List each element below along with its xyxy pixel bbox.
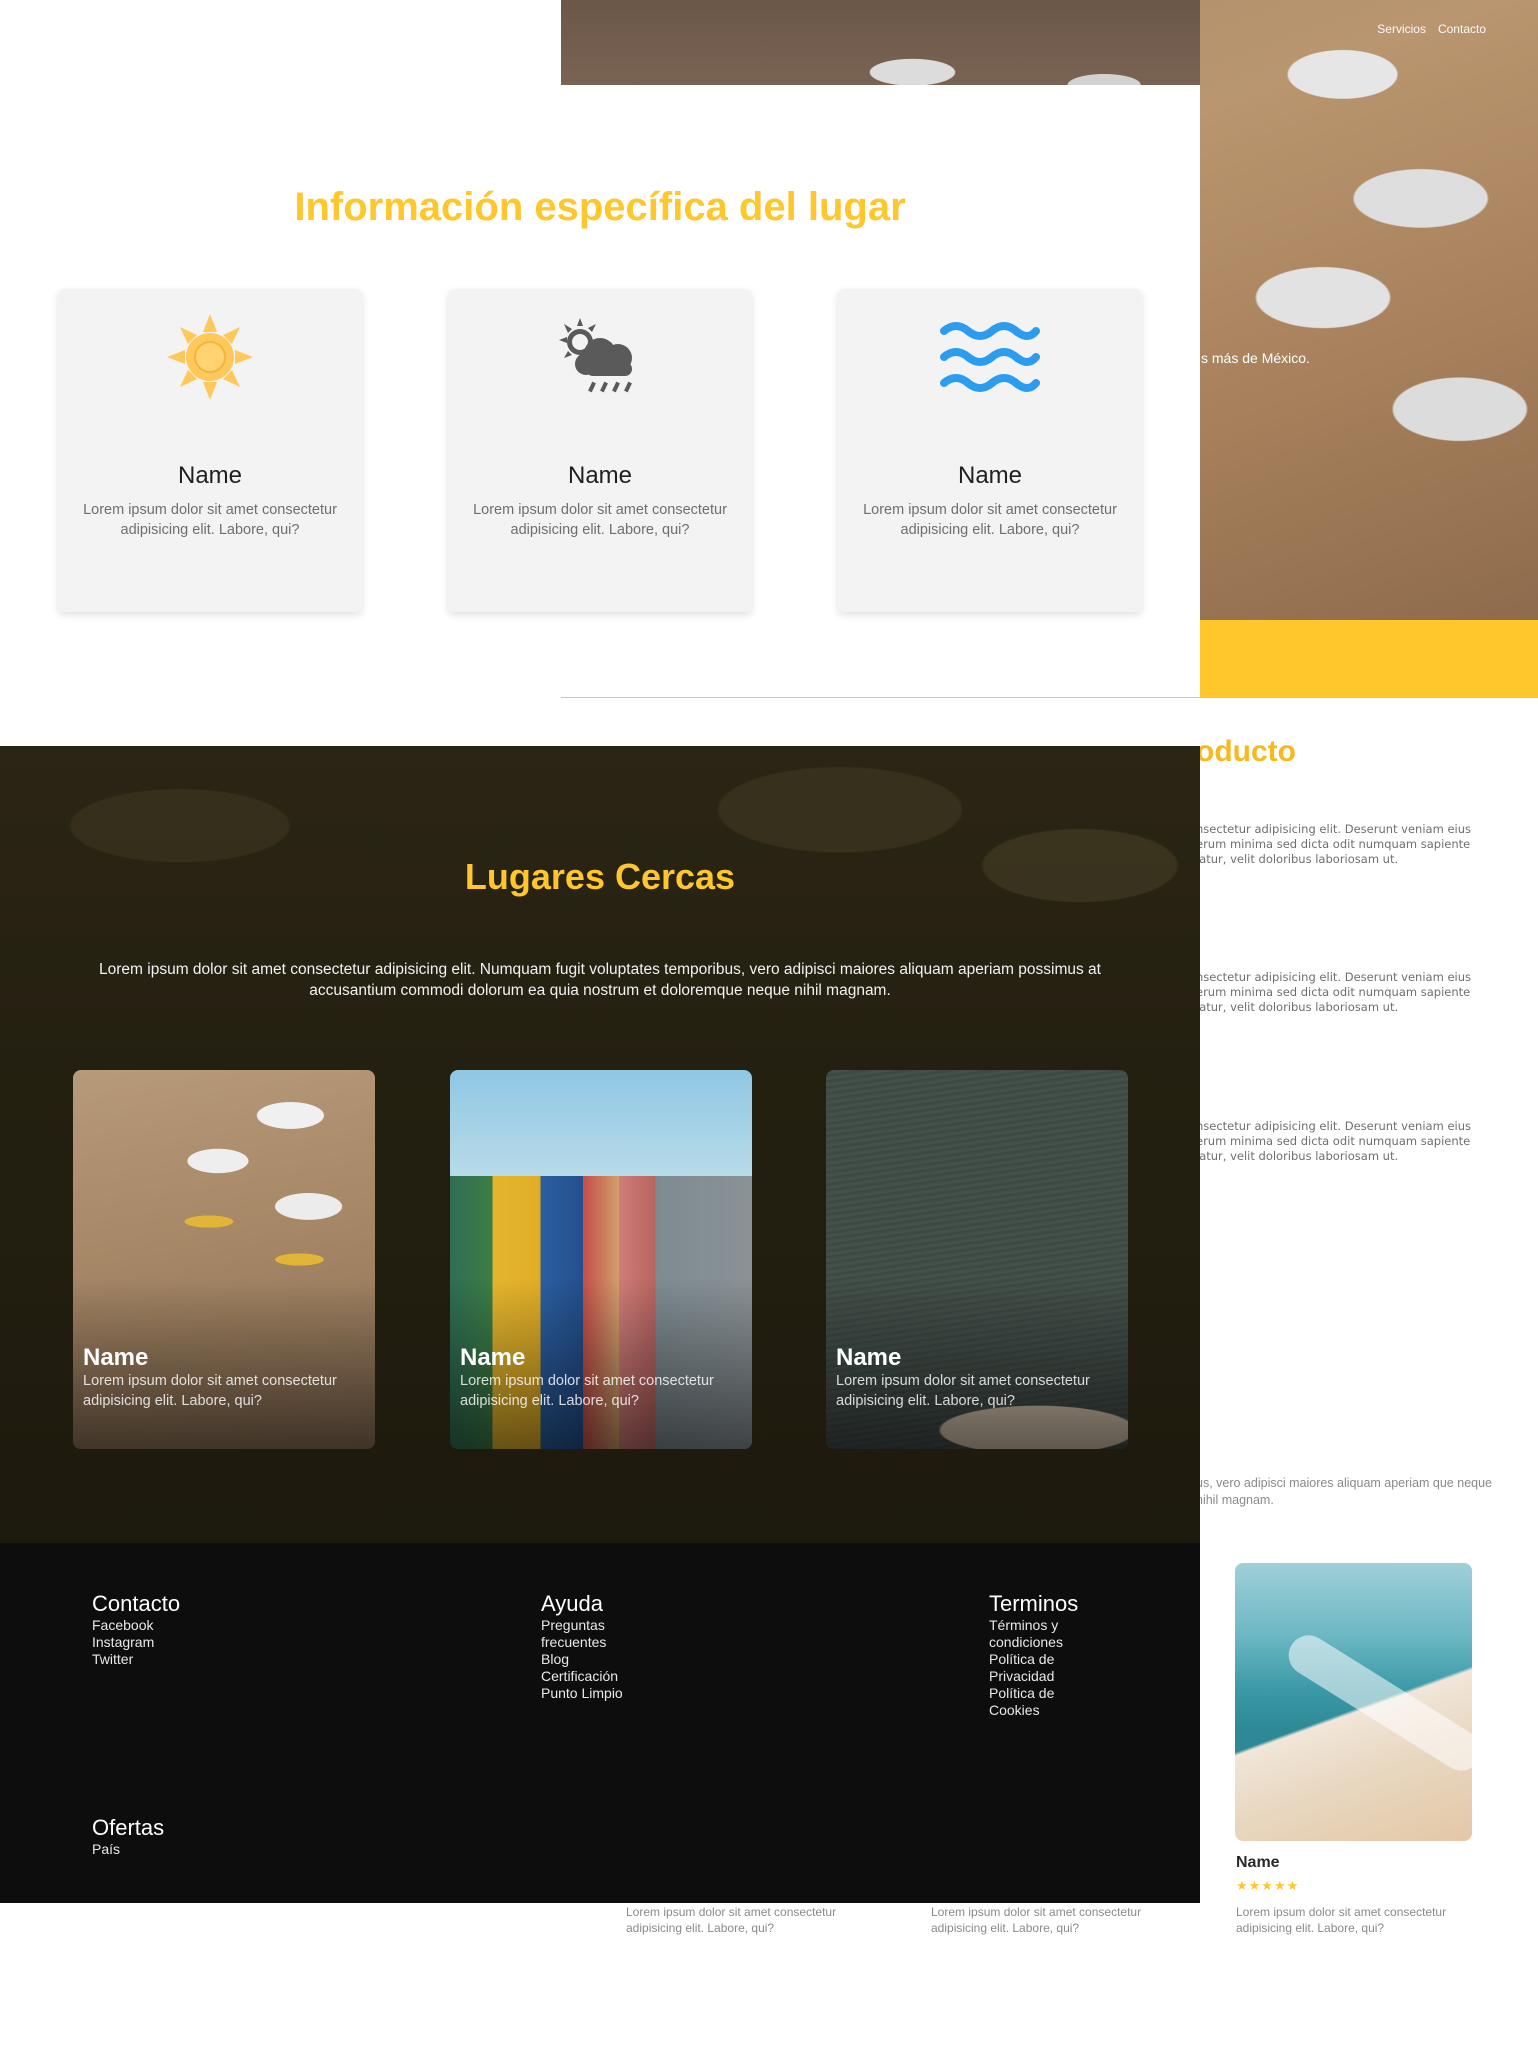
product-name: Name	[1236, 1854, 1280, 1871]
top-beach-image	[561, 0, 1200, 85]
info-card-name: Name	[567, 462, 633, 489]
background-paragraph: nsectetur adipisicing elit. Deserunt ven…	[1196, 970, 1472, 1014]
place-card-beach[interactable]: Name Lorem ipsum dolor sit amet consecte…	[73, 1070, 375, 1449]
footer-heading: Ayuda	[541, 1591, 603, 1616]
product-rating-stars: ★★★★★	[1236, 1878, 1300, 1893]
nearby-places-title: Lugares Cercas	[464, 856, 736, 897]
footer-heading: Contacto	[92, 1591, 181, 1616]
footer-column-terminos: Terminos Términos y condiciones Política…	[989, 1591, 1079, 1719]
footer-column-contacto: Contacto Facebook Instagram Twitter	[92, 1591, 180, 1668]
background-paragraph: nsectetur adipisicing elit. Deserunt ven…	[1196, 1119, 1472, 1163]
product-description: Lorem ipsum dolor sit amet consectetur a…	[1236, 1905, 1447, 1935]
product-image[interactable]	[1235, 1563, 1472, 1841]
footer-link-blog[interactable]: Blog	[541, 1651, 631, 1668]
background-nav: Servicios Contacto	[1377, 22, 1486, 36]
info-card-waves[interactable]: Name Lorem ipsum dolor sit amet consecte…	[838, 289, 1142, 612]
background-paragraph: nsectetur adipisicing elit. Deserunt ven…	[1196, 822, 1472, 866]
background-section-title: oducto	[1196, 735, 1296, 768]
place-card-description: Lorem ipsum dolor sit amet consectetur a…	[83, 1373, 337, 1409]
background-card-description: Lorem ipsum dolor sit amet consectetur a…	[626, 1905, 837, 1935]
info-card-name: Name	[177, 462, 243, 489]
place-card-name: Name	[460, 1344, 526, 1371]
footer: Contacto Facebook Instagram Twitter Ayud…	[0, 1543, 1200, 1903]
info-title: Información específica del lugar	[294, 185, 906, 229]
footer-link-pais[interactable]: País	[92, 1841, 164, 1858]
nav-link-contacto[interactable]: Contacto	[1438, 22, 1486, 36]
footer-link-terminos[interactable]: Términos y condiciones	[989, 1617, 1079, 1651]
place-card-name: Name	[83, 1344, 149, 1371]
info-section: Información específica del lugar Name Lo	[0, 85, 1200, 697]
footer-link-facebook[interactable]: Facebook	[92, 1617, 180, 1634]
place-card-huts[interactable]: Name Lorem ipsum dolor sit amet consecte…	[450, 1070, 752, 1449]
info-card-description: Lorem ipsum dolor sit amet consectetur a…	[83, 502, 337, 538]
rain-cloud-icon	[559, 318, 632, 393]
footer-link-certificacion[interactable]: Certificación	[541, 1668, 631, 1685]
place-card-description: Lorem ipsum dolor sit amet consectetur a…	[460, 1373, 714, 1409]
nearby-places-text: Lorem ipsum dolor sit amet consectetur a…	[99, 961, 1101, 999]
footer-link-twitter[interactable]: Twitter	[92, 1651, 180, 1668]
nearby-places-section: Lugares Cercas Lorem ipsum dolor sit ame…	[0, 746, 1200, 1543]
footer-column-ofertas: Ofertas País	[92, 1815, 164, 1858]
hero-tagline: s más de México.	[1201, 350, 1310, 366]
footer-link-instagram[interactable]: Instagram	[92, 1634, 180, 1651]
footer-link-punto-limpio[interactable]: Punto Limpio	[541, 1685, 631, 1702]
info-card-weather[interactable]: Name Lorem ipsum dolor sit amet consecte…	[448, 289, 752, 612]
footer-heading: Terminos	[989, 1591, 1079, 1616]
footer-link-cookies[interactable]: Política de Cookies	[989, 1685, 1079, 1719]
footer-link-privacidad[interactable]: Política de Privacidad	[989, 1651, 1079, 1685]
info-card-description: Lorem ipsum dolor sit amet consectetur a…	[473, 502, 727, 538]
sun-icon	[167, 314, 253, 400]
place-card-sea[interactable]: Name Lorem ipsum dolor sit amet consecte…	[826, 1070, 1128, 1449]
background-long-text: us, vero adipisci maiores aliquam aperia…	[1196, 1476, 1492, 1507]
info-card-description: Lorem ipsum dolor sit amet consectetur a…	[863, 502, 1117, 538]
info-card-sun[interactable]: Name Lorem ipsum dolor sit amet consecte…	[58, 289, 362, 612]
background-card-description: Lorem ipsum dolor sit amet consectetur a…	[931, 1905, 1142, 1935]
footer-heading: Ofertas	[92, 1815, 165, 1840]
nav-link-servicios[interactable]: Servicios	[1377, 22, 1426, 36]
place-card-name: Name	[836, 1344, 902, 1371]
waves-icon	[940, 322, 1040, 392]
place-card-description: Lorem ipsum dolor sit amet consectetur a…	[836, 1373, 1090, 1409]
info-card-name: Name	[957, 462, 1023, 489]
footer-column-ayuda: Ayuda Preguntas frecuentes Blog Certific…	[541, 1591, 631, 1702]
footer-link-faq[interactable]: Preguntas frecuentes	[541, 1617, 631, 1651]
